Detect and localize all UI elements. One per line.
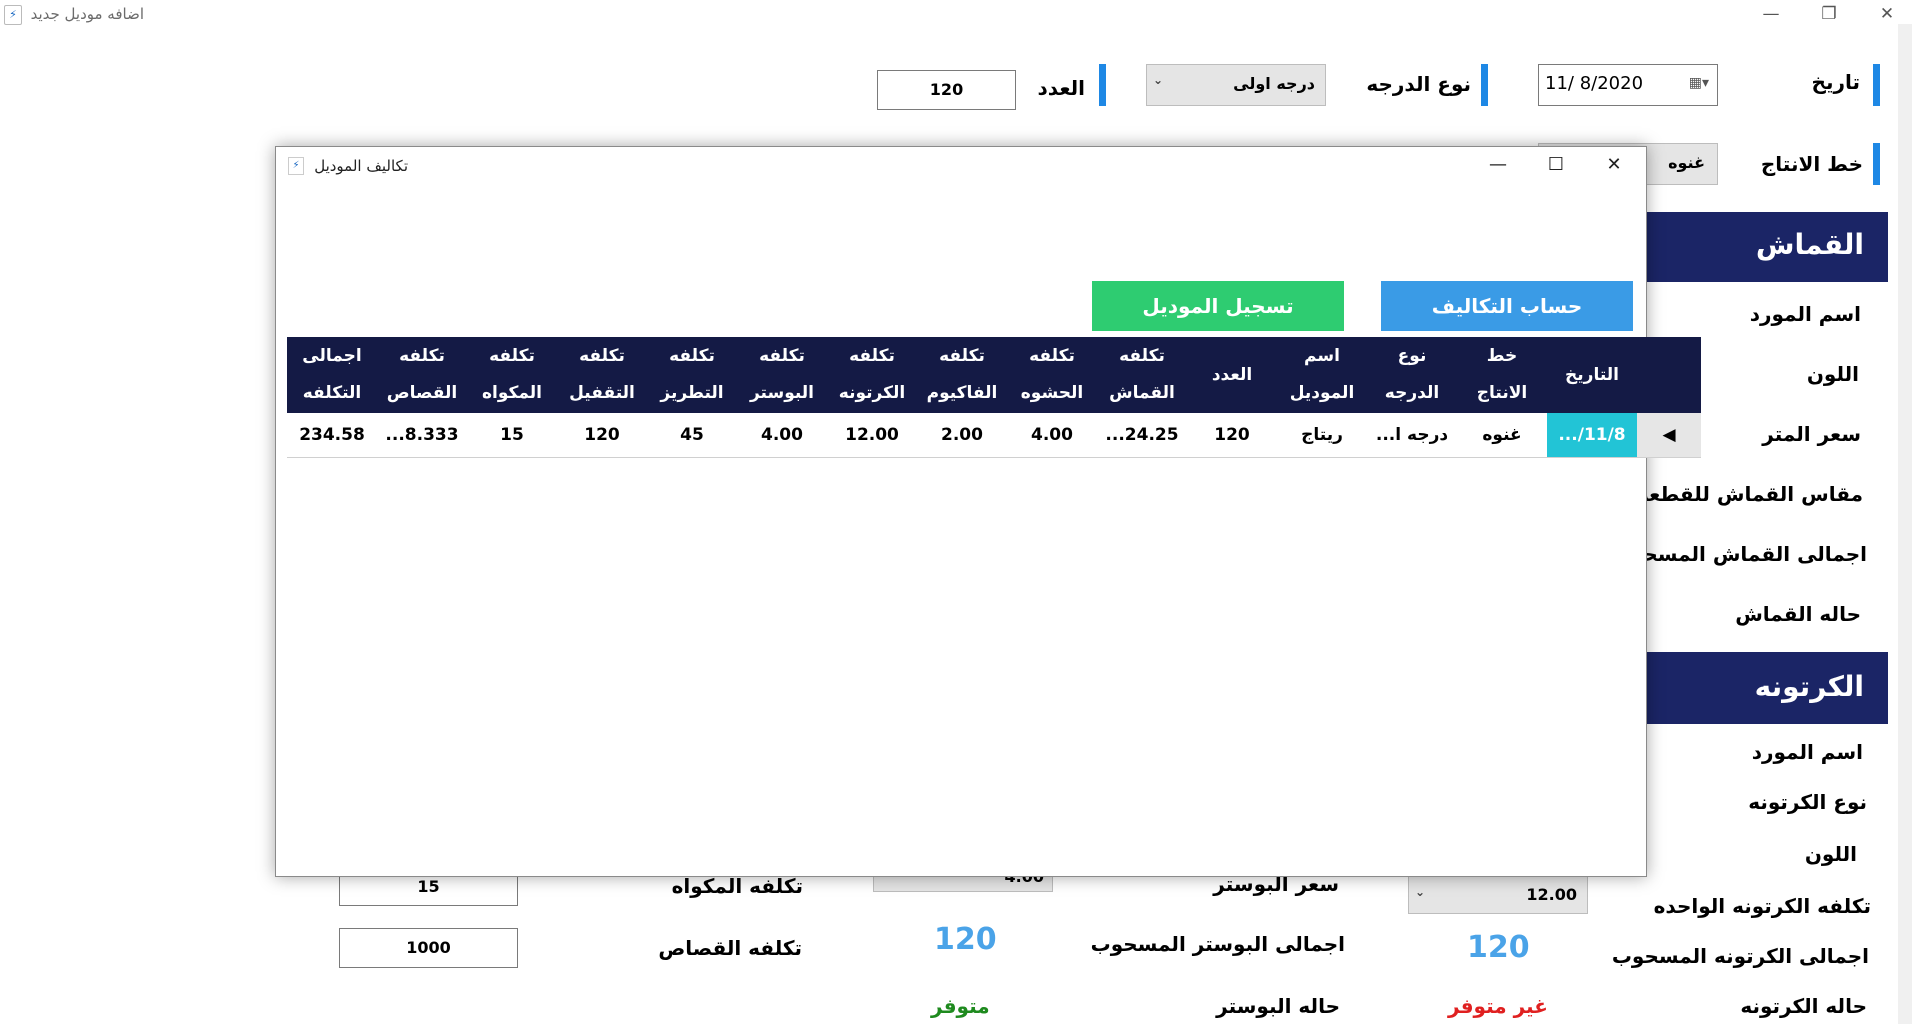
dialog-maximize-icon[interactable]: ☐ bbox=[1528, 151, 1584, 179]
dialog-minimize-icon[interactable]: — bbox=[1470, 151, 1526, 179]
dialog-title: تكاليف الموديل bbox=[314, 157, 408, 175]
count-input[interactable]: 120 bbox=[877, 70, 1016, 110]
date-accent-bar bbox=[1873, 64, 1880, 106]
chevron-down-icon: ⌄ bbox=[1415, 885, 1426, 899]
poster-status-value: متوفر bbox=[931, 994, 990, 1018]
date-value: 11/ 8/2020 bbox=[1545, 73, 1644, 94]
carton-status-label: حاله الكرتونه bbox=[1740, 994, 1867, 1018]
column-header[interactable]: تكلفه الفاكيوم bbox=[917, 337, 1007, 413]
column-header[interactable]: اسم الموديل bbox=[1277, 337, 1367, 413]
model-costs-dialog: ⚡ تكاليف الموديل — ☐ ✕ حساب التكاليف تسج… bbox=[275, 146, 1701, 877]
table-cell[interactable]: 4.00 bbox=[1007, 413, 1097, 458]
fabric-total-drawn-label: اجمالى القماش المسحوب bbox=[1610, 542, 1867, 566]
carton-unit-cost-label: تكلفه الكرتونه الواحده bbox=[1653, 894, 1871, 918]
date-label: تاريخ bbox=[1811, 70, 1860, 94]
chevron-down-icon: ⌄ bbox=[1153, 73, 1164, 87]
carton-status-value: غير متوفر bbox=[1448, 994, 1548, 1018]
table-cell[interactable]: 11/8/... bbox=[1547, 413, 1637, 458]
table-cell[interactable]: 4.00 bbox=[737, 413, 827, 458]
calendar-dropdown-icon[interactable]: ▦▾ bbox=[1689, 75, 1709, 91]
row-selector-header bbox=[1637, 337, 1701, 413]
poster-status-label: حاله البوستر bbox=[1216, 994, 1340, 1018]
column-header[interactable]: نوع الدرجه bbox=[1367, 337, 1457, 413]
carton-total-drawn-label: اجمالى الكرتونه المسحوب bbox=[1611, 944, 1869, 968]
column-header[interactable]: تكلفه القصاص bbox=[377, 337, 467, 413]
table-cell[interactable]: 24.25... bbox=[1097, 413, 1187, 458]
carton-total-drawn-value: 120 bbox=[1467, 930, 1530, 965]
carton-color-label: اللون bbox=[1804, 842, 1857, 866]
column-header[interactable]: خط الانتاج bbox=[1457, 337, 1547, 413]
count-accent-bar bbox=[1099, 64, 1106, 106]
poster-total-drawn-value: 120 bbox=[934, 922, 997, 957]
ironing-cost-label: تكلفه المكواه bbox=[671, 874, 803, 898]
table-cell[interactable]: غنوه bbox=[1457, 413, 1547, 458]
column-header[interactable]: تكلفه البوستر bbox=[737, 337, 827, 413]
row-selector-arrow-icon[interactable]: ◀ bbox=[1637, 413, 1701, 458]
table-row[interactable]: ◀ 11/8/... غنوه درجه ا... ريتاج 120 24.2… bbox=[287, 413, 1701, 458]
table-header-row: التاريخ خط الانتاج نوع الدرجه اسم الموديل ا… bbox=[287, 337, 1701, 413]
table-cell[interactable]: 2.00 bbox=[917, 413, 1007, 458]
column-header[interactable]: تكلفه القماش bbox=[1097, 337, 1187, 413]
carton-unit-cost-value: 12.00 bbox=[1526, 885, 1577, 904]
column-header[interactable]: اجمالى التكلفه bbox=[287, 337, 377, 413]
column-header[interactable]: تكلفه الكرتونه bbox=[827, 337, 917, 413]
date-picker[interactable]: 11/ 8/2020 ▦▾ bbox=[1538, 64, 1718, 106]
table-cell[interactable]: 120 bbox=[1187, 413, 1277, 458]
dialog-close-icon[interactable]: ✕ bbox=[1586, 151, 1642, 179]
save-model-button[interactable]: تسجيل الموديل bbox=[1092, 281, 1344, 331]
column-header[interactable]: العدد bbox=[1187, 337, 1277, 413]
vertical-scrollbar[interactable] bbox=[1898, 24, 1912, 1024]
production-line-value: غنوه bbox=[1668, 153, 1705, 172]
table-cell[interactable]: 120 bbox=[557, 413, 647, 458]
fabric-color-label: اللون bbox=[1806, 362, 1859, 386]
grade-type-accent-bar bbox=[1481, 64, 1488, 106]
carton-supplier-label: اسم المورد bbox=[1751, 740, 1863, 764]
column-header[interactable]: تكلفه التقفيل bbox=[557, 337, 647, 413]
cutter-cost-label: تكلفه القصاص bbox=[658, 936, 802, 960]
grade-type-label: نوع الدرجه bbox=[1366, 72, 1471, 96]
restore-icon[interactable]: ❐ bbox=[1806, 0, 1852, 30]
table-cell[interactable]: 8.333... bbox=[377, 413, 467, 458]
column-header[interactable]: تكلفه الحشوه bbox=[1007, 337, 1097, 413]
table-cell[interactable]: 15 bbox=[467, 413, 557, 458]
table-cell[interactable]: 12.00 bbox=[827, 413, 917, 458]
costs-table: التاريخ خط الانتاج نوع الدرجه اسم الموديل ا… bbox=[287, 337, 1701, 458]
calculate-costs-button[interactable]: حساب التكاليف bbox=[1381, 281, 1633, 331]
cutter-cost-input[interactable]: 1000 bbox=[339, 928, 518, 968]
production-line-accent-bar bbox=[1873, 143, 1880, 185]
fabric-supplier-label: اسم المورد bbox=[1749, 302, 1861, 326]
column-header[interactable]: تكلفه التطريز bbox=[647, 337, 737, 413]
carton-unit-cost-select[interactable]: ⌄ 12.00 bbox=[1408, 874, 1588, 914]
grade-type-select[interactable]: ⌄ درجه اولى bbox=[1146, 64, 1326, 106]
column-header[interactable]: تكلفه المكواه bbox=[467, 337, 557, 413]
carton-section-header: الكرتونه bbox=[1640, 652, 1888, 724]
table-cell[interactable]: 234.58 bbox=[287, 413, 377, 458]
fabric-meter-price-label: سعر المتر bbox=[1762, 422, 1861, 446]
window-title: اضافه موديل جديد bbox=[30, 5, 144, 23]
count-label: العدد bbox=[1037, 76, 1085, 100]
fabric-piece-size-label: مقاس القماش للقطعه bbox=[1636, 482, 1863, 506]
minimize-icon[interactable]: — bbox=[1748, 0, 1794, 30]
table-cell[interactable]: درجه ا... bbox=[1367, 413, 1457, 458]
column-header[interactable]: التاريخ bbox=[1547, 337, 1637, 413]
app-icon: ⚡ bbox=[4, 5, 22, 25]
poster-total-drawn-label: اجمالى البوستر المسحوب bbox=[1090, 932, 1345, 956]
grade-type-value: درجه اولى bbox=[1233, 74, 1315, 93]
fabric-status-label: حاله القماش bbox=[1735, 602, 1861, 626]
dialog-app-icon: ⚡ bbox=[288, 157, 304, 175]
table-cell[interactable]: ريتاج bbox=[1277, 413, 1367, 458]
table-cell[interactable]: 45 bbox=[647, 413, 737, 458]
production-line-label: خط الانتاج bbox=[1760, 152, 1863, 176]
window-titlebar: ⚡ اضافه موديل جديد — ❐ ✕ bbox=[0, 0, 1912, 30]
carton-type-label: نوع الكرتونه bbox=[1748, 790, 1867, 814]
fabric-section-header: القماش bbox=[1640, 212, 1888, 282]
